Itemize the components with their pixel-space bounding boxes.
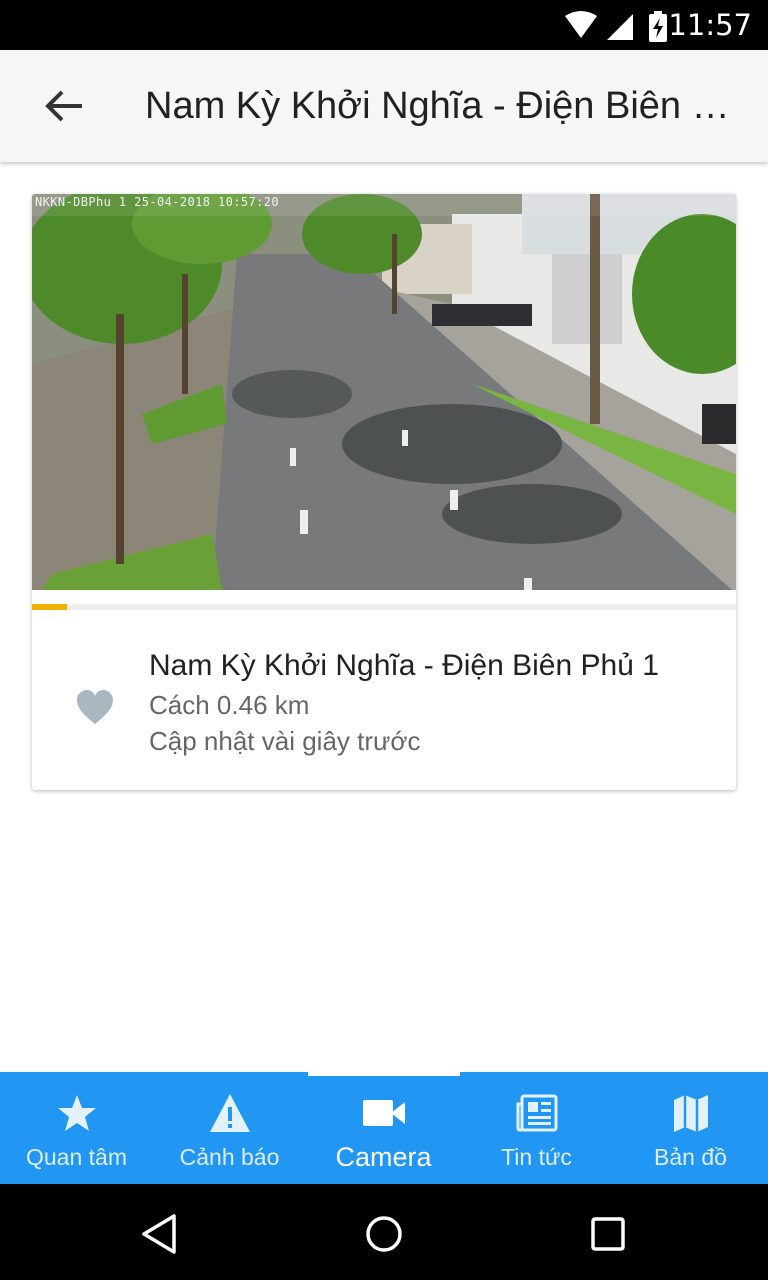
wifi-icon [565, 11, 597, 38]
battery-charging-icon [649, 11, 667, 42]
page-title: Nam Kỳ Khởi Nghĩa - Điện Biên Phủ 1 [145, 85, 750, 127]
status-icons [565, 11, 667, 42]
nav-label: Tin tức [501, 1144, 572, 1170]
clock: 11:57 [668, 8, 752, 42]
nav-label: Quan tâm [26, 1144, 127, 1170]
system-navigation-bar [0, 1184, 768, 1280]
news-icon [516, 1094, 558, 1132]
camera-distance: Cách 0.46 km [149, 690, 310, 720]
bottom-navigation: Quan tâm Cảnh báo Camera Tin tức Bản đồ [0, 1072, 768, 1184]
camera-snapshot[interactable] [32, 194, 736, 590]
loading-progress-fill [32, 604, 68, 610]
nav-label: Bản đồ [654, 1144, 727, 1170]
back-arrow-icon[interactable] [40, 84, 88, 128]
nav-label: Cảnh báo [179, 1144, 280, 1170]
app-bar: Nam Kỳ Khởi Nghĩa - Điện Biên Phủ 1 [0, 50, 768, 162]
nav-item-camera[interactable]: Camera [307, 1072, 460, 1184]
home-circle-icon[interactable] [362, 1212, 406, 1256]
active-tab-indicator [308, 1072, 460, 1076]
recents-square-icon[interactable] [586, 1212, 630, 1256]
status-bar: 11:57 [0, 0, 768, 50]
camera-timestamp-overlay: NKKN-DBPhu 1 25-04-2018 10:57:20 [35, 195, 279, 209]
videocam-icon [363, 1100, 405, 1126]
signal-icon [607, 14, 633, 40]
nav-item-map[interactable]: Bản đồ [614, 1072, 767, 1184]
back-triangle-icon[interactable] [138, 1212, 182, 1256]
nav-item-alerts[interactable]: Cảnh báo [153, 1072, 306, 1184]
star-icon [58, 1095, 96, 1131]
nav-item-favorites[interactable]: Quan tâm [0, 1072, 153, 1184]
camera-card[interactable]: NKKN-DBPhu 1 25-04-2018 10:57:20 Nam Kỳ … [32, 194, 736, 790]
favorite-heart-icon[interactable] [76, 690, 114, 726]
map-icon [674, 1095, 708, 1132]
loading-progress-bar [32, 604, 736, 610]
warning-icon [210, 1094, 250, 1132]
camera-update-status: Cập nhật vài giây trước [149, 726, 421, 756]
nav-item-news[interactable]: Tin tức [460, 1072, 613, 1184]
nav-label: Camera [335, 1142, 432, 1172]
camera-name: Nam Kỳ Khởi Nghĩa - Điện Biên Phủ 1 [149, 649, 659, 682]
